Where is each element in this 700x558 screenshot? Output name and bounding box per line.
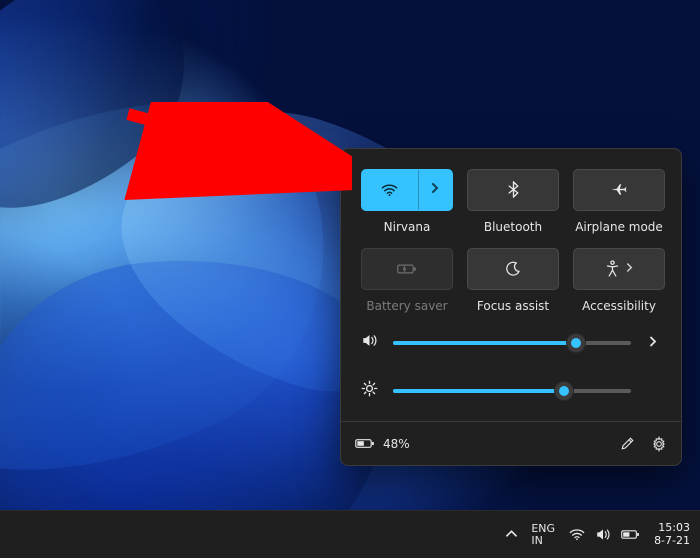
chevron-right-icon [626,262,633,275]
airplane-icon [610,182,628,197]
tile-battery-saver: Battery saver [361,248,453,313]
battery-saver-toggle-button[interactable] [361,248,453,290]
brightness-slider-fill [393,389,564,393]
clock-date: 8-7-21 [654,535,690,548]
volume-slider[interactable] [393,341,631,345]
volume-slider-thumb[interactable] [567,334,585,352]
airplane-label: Airplane mode [575,221,663,234]
battery-saver-label: Battery saver [366,300,447,313]
volume-output-chevron[interactable] [645,336,661,350]
lang-top: ENG [531,523,555,535]
quick-settings-tiles: Nirvana Bluetooth Airplane mode [341,149,681,319]
brightness-row [361,380,661,401]
taskbar: ENG IN 15:03 8-7-21 [0,510,700,558]
bluetooth-toggle-button[interactable] [467,169,559,211]
tray-overflow-chevron[interactable] [506,528,517,541]
tray-network-volume-battery[interactable] [569,528,640,541]
speaker-icon [595,528,611,541]
brightness-icon [361,380,379,401]
accessibility-icon [605,260,620,277]
wifi-icon [381,183,398,197]
tile-wifi: Nirvana [361,169,453,234]
battery-icon [355,438,375,449]
moon-icon [505,261,521,277]
focus-assist-label: Focus assist [477,300,549,313]
brightness-slider-thumb[interactable] [555,382,573,400]
edit-icon[interactable] [620,436,635,451]
tile-airplane: Airplane mode [573,169,665,234]
brightness-slider[interactable] [393,389,631,393]
clock-time: 15:03 [658,522,690,535]
tile-bluetooth: Bluetooth [467,169,559,234]
quick-settings-footer: 48% [341,421,681,465]
input-language[interactable]: ENG IN [531,523,555,546]
gear-icon[interactable] [651,436,667,452]
wifi-toggle-button[interactable] [361,169,453,211]
battery-icon [621,529,640,540]
speaker-icon[interactable] [361,333,379,352]
accessibility-toggle-button[interactable] [573,248,665,290]
volume-row [361,333,661,352]
battery-percent: 48% [383,437,410,451]
tile-accessibility: Accessibility [573,248,665,313]
taskbar-clock[interactable]: 15:03 8-7-21 [654,522,690,547]
tile-focus-assist: Focus assist [467,248,559,313]
system-tray: ENG IN 15:03 8-7-21 [506,511,690,558]
battery-saver-icon [397,263,417,275]
chevron-right-icon [431,183,439,196]
accessibility-label: Accessibility [582,300,656,313]
battery-status[interactable]: 48% [355,437,410,451]
wifi-icon [569,528,585,541]
wifi-toggle[interactable] [362,170,419,210]
wifi-expand[interactable] [419,170,452,210]
lang-bottom: IN [531,535,542,547]
quick-settings-panel: Nirvana Bluetooth Airplane mode [340,148,682,466]
wifi-label: Nirvana [384,221,431,234]
quick-settings-sliders [341,319,681,421]
volume-slider-fill [393,341,576,345]
bluetooth-icon [508,181,519,198]
bluetooth-label: Bluetooth [484,221,542,234]
airplane-toggle-button[interactable] [573,169,665,211]
focus-assist-toggle-button[interactable] [467,248,559,290]
